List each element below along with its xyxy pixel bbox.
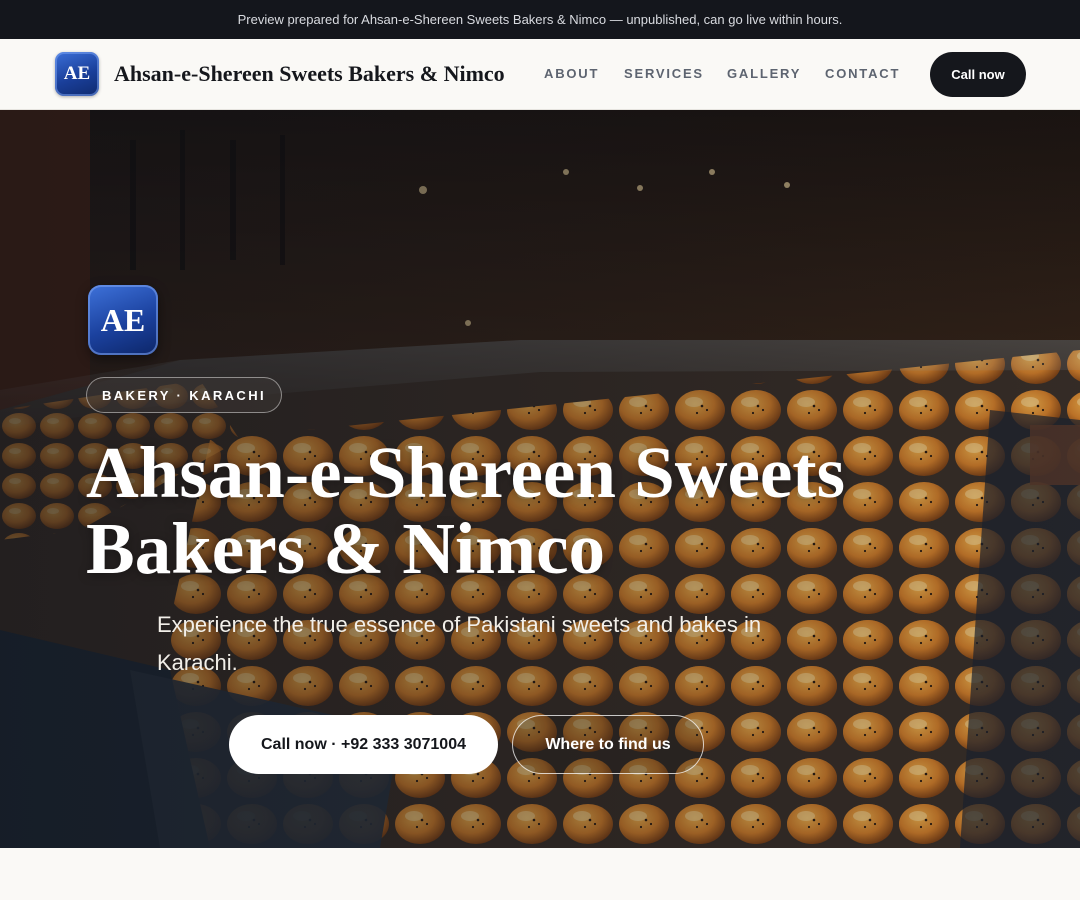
brand-name[interactable]: Ahsan-e-Shereen Sweets Bakers & Nimco <box>114 61 505 87</box>
nav-link-about[interactable]: ABOUT <box>544 66 599 81</box>
category-badge: BAKERY · KARACHI <box>86 377 282 413</box>
brand-logo-text: AE <box>63 63 91 84</box>
hero-subtitle: Experience the true essence of Pakistani… <box>157 612 762 675</box>
hero-title: Ahsan-e-Shereen Sweets Bakers & Nimco <box>86 432 846 589</box>
nav-link-gallery[interactable]: GALLERY <box>727 66 801 81</box>
call-now-button[interactable]: Call now <box>930 52 1026 97</box>
brand-logo-icon[interactable]: AE <box>55 52 99 96</box>
preview-banner: Preview prepared for Ahsan-e-Shereen Swe… <box>0 0 1080 39</box>
navbar: AE Ahsan-e-Shereen Sweets Bakers & Nimco… <box>0 39 1080 110</box>
nav-link-services[interactable]: SERVICES <box>624 66 704 81</box>
where-to-find-us-button[interactable]: Where to find us <box>512 715 704 774</box>
hero-logo-icon: AE <box>88 285 158 355</box>
hero-section: AE BAKERY · KARACHI Ahsan-e-Shereen Swee… <box>0 110 1080 848</box>
preview-banner-text: Preview prepared for Ahsan-e-Shereen Swe… <box>237 12 843 27</box>
call-now-phone-button[interactable]: Call now · +92 333 3071004 <box>229 715 498 774</box>
hero-logo-text: AE <box>100 301 146 338</box>
nav-link-contact[interactable]: CONTACT <box>825 66 900 81</box>
